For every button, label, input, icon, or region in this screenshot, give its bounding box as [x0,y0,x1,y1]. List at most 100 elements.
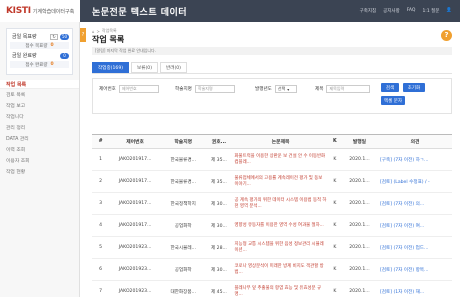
sidebar: 금일 목표량 ↻ 50 접수 목표량 0 금일 완료량 0 접수 완료량 0 작… [0,22,80,297]
row-opinion[interactable]: [검토] (7자 이전) 의... [377,192,452,215]
row-volume: 제 30... [205,258,233,281]
user-icon[interactable]: 👤 [446,8,452,14]
search-button[interactable]: 검색 [381,83,399,92]
col-header-id[interactable]: 제어번호 [109,134,162,149]
stat-goal-label: 금일 목표량 [12,34,37,40]
row-journal: 한국시뮬레... [161,236,206,259]
row-volume: 제 35... [205,170,233,193]
header-link-qna[interactable]: 1:1 질문 [422,8,439,14]
row-date: 2020.1... [340,148,378,171]
home-icon[interactable]: ⌂ [92,29,95,34]
row-num: 5 [92,236,110,259]
row-id[interactable]: JAKO201923... [109,280,162,297]
sidebar-item-users[interactable]: 이용자 조회 [0,155,79,166]
row-id[interactable]: JAKO201917... [109,214,162,237]
row-id[interactable]: JAKO201917... [109,170,162,193]
stat-done-label: 금일 완료량 [12,53,37,59]
row-k: K [328,258,341,281]
filter-id-input[interactable]: 제어번호 [118,85,159,93]
tab-rejected[interactable]: 반려(0) [160,62,187,73]
stat-goal-row: 금일 목표량 ↻ 50 [10,32,69,41]
row-opinion[interactable]: [구축] (7자 이전) 하ㄱ... [377,148,452,171]
row-title[interactable]: 지능형 교통 시스템을 위한 음성 정보관리 시뮬레이션... [232,236,329,259]
main-content: ⌂ > 작업목록 작업 목록 ? [알림] 마지막 작업 완료 안내입니다. 작… [86,22,460,297]
row-id[interactable]: JAKO201923... [109,236,162,259]
logo[interactable]: KISTI 기계학습데이터구축 [0,0,80,22]
row-k: K [328,236,341,259]
help-icon[interactable]: ? [441,30,452,41]
filter-year-value: 선택 [277,86,286,91]
row-title[interactable]: 영향성 유동자를 이용한 영역 수성 여과물 절차... [232,214,329,237]
sidebar-item-history[interactable]: 이력 조회 [0,144,79,155]
table-row[interactable]: 6 JAKO201923... 공업화학 제 30... 코로나 영상분석이 미래한 방… [92,258,452,281]
header-link-faq[interactable]: FAQ [407,8,416,14]
page-title: 작업 목록 [92,35,125,44]
tabs-divider [92,73,452,74]
stat-done-sub-label: 접수 완료량 [25,62,48,68]
sidebar-item-manage[interactable]: 관리 정리 [0,122,79,133]
table-row[interactable]: 2 JAKO201917... 한국물류경... 제 35... 물류업체에서의 고용률… [92,170,452,193]
row-k: K [328,280,341,297]
row-journal: 한국물류경... [161,148,206,171]
row-title[interactable]: 공 계속 평가의 위한 데이터 시스템 이용법 동적 하천 영역 분석... [232,192,329,215]
col-header-title[interactable]: 논문제목 [232,134,329,149]
row-opinion[interactable]: [검토] (7자 이전) 업드... [377,236,452,259]
stat-done-sub-value: 0 [50,62,54,67]
excel-button[interactable]: 엑셀 문자 [381,96,405,105]
col-header-date[interactable]: 발행일 [340,134,378,149]
sidebar-item-status[interactable]: 작업 현황 [0,166,79,177]
table-row[interactable]: 4 JAKO201917... 공업화학 제 30... 영향성 유동자를 이용한 영역… [92,214,452,237]
filter-title-label: 제목 [315,87,324,92]
row-num: 1 [92,148,110,171]
tab-on-hold[interactable]: 보류(0) [131,62,159,73]
daily-stats-box: 금일 목표량 ↻ 50 접수 목표량 0 금일 완료량 0 접수 완료량 0 [6,28,73,75]
sidebar-item-review[interactable]: 검토 목록 [0,89,79,100]
sidebar-item-tasks[interactable]: 작업니다 [0,111,79,122]
row-num: 7 [92,280,110,297]
header-links: 구축지침 공지사항 FAQ 1:1 질문 👤 [360,8,460,14]
row-journal: 공업화학 [161,214,206,237]
sidebar-item-report[interactable]: 작업 보고 [0,100,79,111]
sidebar-item-task-list[interactable]: 작업 목록 [0,80,79,89]
table-row[interactable]: 1 JAKO201917... 한국물류경... 제 35... 화물트럭을 이용한 상… [92,148,452,171]
col-header-volume[interactable]: 권호... [205,134,233,149]
row-opinion[interactable]: [검토] (7자 이전) 항목... [377,258,452,281]
row-title[interactable]: 화물트럭을 이용한 상판운 보 건설 안 수 이동반화 컴플레... [232,148,329,171]
filter-journal-input[interactable]: 학술지명 [194,85,235,93]
row-opinion[interactable]: [검토] (7자 이전) 여... [377,214,452,237]
row-journal: 한국물류경... [161,170,206,193]
table-row[interactable]: 3 JAKO201917... 한국정책학지 제 30... 공 계속 평가의 위한 데… [92,192,452,215]
row-title[interactable]: 물류업체에서의 고용률 계속레이전 평가 및 동보 이야기... [232,170,329,193]
stat-goal-sub-value: 0 [50,43,54,48]
filter-year-label: 발행년도 [255,87,272,92]
task-table-wrap: # 제어번호 학술지명 권호... 논문제목 K 발행일 의견 1 JAKO201… [92,134,452,297]
sidebar-item-data[interactable]: DATA 관리 [0,133,79,144]
row-id[interactable]: JAKO201917... [109,148,162,171]
row-volume: 제 35... [205,148,233,171]
table-row[interactable]: 7 JAKO201923... 대한화장품... 제 45... 플레나무 잎 추출물의… [92,280,452,297]
header-link-notice[interactable]: 공지사항 [383,8,400,14]
row-opinion[interactable]: [검토] (1자 이전) 재... [377,280,452,297]
row-opinion[interactable]: [검토] (Label 수정표) / - [377,170,452,193]
row-id[interactable]: JAKO201917... [109,192,162,215]
filter-year: 발행년도 선택 ▾ [255,85,297,93]
row-volume: 제 28... [205,236,233,259]
row-date: 2020.1... [340,170,378,193]
row-title[interactable]: 코로나 영상분석이 미래한 방계 비지도 객관할 방법... [232,258,329,281]
filter-year-select[interactable]: 선택 ▾ [274,85,297,93]
stat-goal-sub: 접수 목표량 0 [10,42,69,49]
col-header-k: K [328,134,341,149]
filter-title: 제목 제목입력 [315,85,371,93]
refresh-icon[interactable]: ↻ [50,33,58,40]
row-num: 2 [92,170,110,193]
header-link-guide[interactable]: 구축지침 [360,8,377,14]
filter-title-input[interactable]: 제목입력 [326,85,371,93]
col-header-journal[interactable]: 학술지명 [161,134,206,149]
task-table: # 제어번호 학술지명 권호... 논문제목 K 발행일 의견 1 JAKO201… [92,134,452,297]
table-row[interactable]: 5 JAKO201923... 한국시뮬레... 제 28... 지능형 교통 시스템을… [92,236,452,259]
row-id[interactable]: JAKO201923... [109,258,162,281]
row-title[interactable]: 플레나무 잎 추출물의 항염 효능 및 유효성분 규명... [232,280,329,297]
reset-button[interactable]: 초기화 [403,83,425,92]
filter-journal: 학술지명 학술지명 [175,85,235,93]
tab-in-progress[interactable]: 작업중(169) [92,62,130,73]
